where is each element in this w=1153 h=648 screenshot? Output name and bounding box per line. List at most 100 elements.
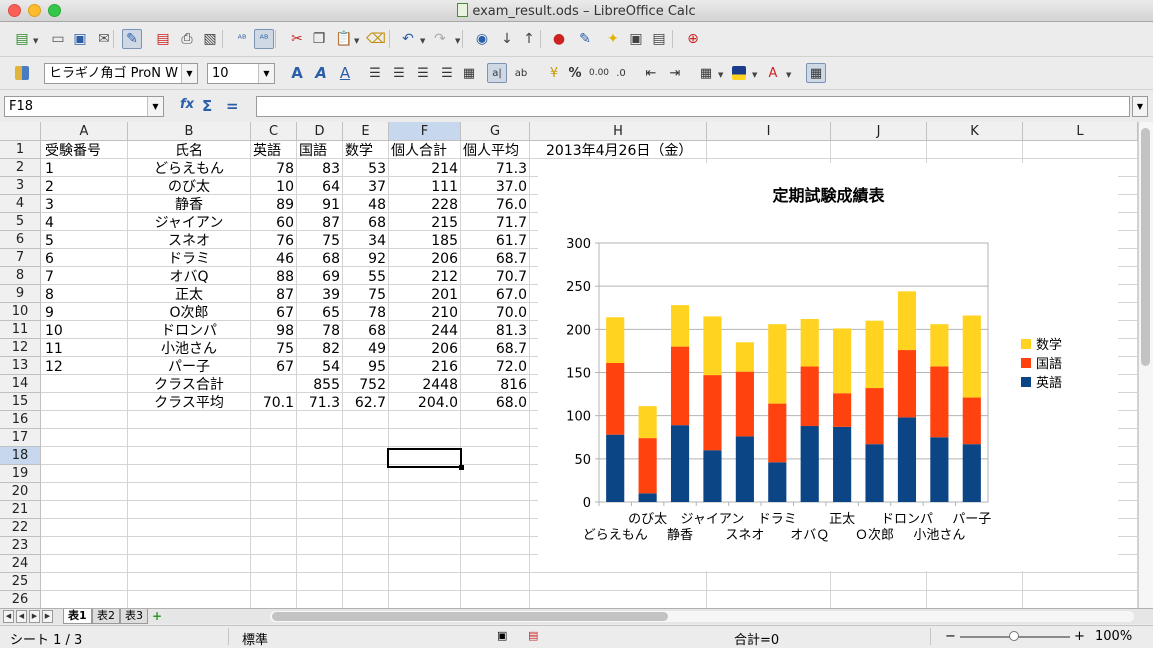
cell-e10[interactable]: 78 [343,304,388,322]
gallery-icon[interactable]: ✦ [603,29,623,49]
borders-icon[interactable]: ▦ [696,63,716,83]
column-header-j[interactable]: J [831,122,927,141]
redo-icon[interactable]: ↷ [430,29,450,49]
last-sheet-icon[interactable]: ▶ [42,610,53,623]
cell-d4[interactable]: 91 [297,196,342,214]
cell-c15[interactable]: 70.1 [251,394,296,412]
align-left-icon[interactable]: ☰ [365,63,385,83]
spellcheck-icon[interactable]: ᴬᴮ [232,29,252,49]
cell-f5[interactable]: 215 [389,214,460,232]
cell-e9[interactable]: 75 [343,286,388,304]
expand-formula-bar-icon[interactable]: ▼ [1132,96,1148,117]
cell-d1[interactable]: 国語 [297,142,329,160]
cell-f13[interactable]: 216 [389,358,460,376]
cell-a8[interactable]: 7 [43,268,127,286]
cell-e8[interactable]: 55 [343,268,388,286]
function-wizard-icon[interactable]: fx [180,97,194,112]
column-header-c[interactable]: C [251,122,297,141]
chevron-down-icon[interactable]: ▼ [420,37,425,45]
autospellcheck-icon[interactable]: ᴬᴮ [254,29,274,49]
cell-c2[interactable]: 78 [251,160,296,178]
cell-d8[interactable]: 69 [297,268,342,286]
cell-c5[interactable]: 60 [251,214,296,232]
cell-c6[interactable]: 76 [251,232,296,250]
name-box[interactable]: F18 ▼ [4,96,164,117]
cell-a9[interactable]: 8 [43,286,127,304]
row-header-16[interactable]: 16 [0,411,41,429]
cell-f6[interactable]: 185 [389,232,460,250]
cell-g8[interactable]: 70.7 [461,268,529,286]
column-header-a[interactable]: A [41,122,128,141]
column-header-e[interactable]: E [343,122,389,141]
paste-icon[interactable]: 📋 [334,29,354,49]
cell-g11[interactable]: 81.3 [461,322,529,340]
first-sheet-icon[interactable]: ◀ [3,610,14,623]
row-header-6[interactable]: 6 [0,231,41,249]
cell-e2[interactable]: 53 [343,160,388,178]
row-header-18[interactable]: 18 [0,447,41,465]
styles-icon[interactable] [12,63,32,83]
cell-g2[interactable]: 71.3 [461,160,529,178]
cell-cursor-f18[interactable] [387,448,462,468]
column-header-b[interactable]: B [128,122,251,141]
cell-g15[interactable]: 68.0 [461,394,529,412]
page-style[interactable]: 標準 [242,629,268,648]
insert-chart-icon[interactable]: ● [549,29,569,49]
add-sheet-button[interactable]: + [148,609,166,624]
row-header-1[interactable]: 1 [0,141,41,159]
cell-d6[interactable]: 75 [297,232,342,250]
decimal-icon[interactable]: .0 [611,63,631,83]
cell-b12[interactable]: 小池さん [128,340,250,358]
cell-b7[interactable]: ドラミ [128,250,250,268]
column-header-l[interactable]: L [1023,122,1138,141]
italic-icon[interactable]: A [311,63,331,83]
row-header-7[interactable]: 7 [0,249,41,267]
row-header-24[interactable]: 24 [0,555,41,573]
cell-d10[interactable]: 65 [297,304,342,322]
cell-d13[interactable]: 54 [297,358,342,376]
sheet-tab-2[interactable]: 表2 [92,609,120,624]
cell-f11[interactable]: 244 [389,322,460,340]
cell-g6[interactable]: 61.7 [461,232,529,250]
cell-g13[interactable]: 72.0 [461,358,529,376]
cell-b1[interactable]: 氏名 [128,142,250,160]
justify-icon[interactable]: ☰ [437,63,457,83]
formula-input[interactable] [256,96,1130,117]
cell-a10[interactable]: 9 [43,304,127,322]
background-color-icon[interactable] [729,63,749,83]
sheet-tab-3[interactable]: 表3 [120,609,148,624]
cell-g4[interactable]: 76.0 [461,196,529,214]
cell-b11[interactable]: ドロンパ [128,322,250,340]
chevron-down-icon[interactable]: ▼ [455,37,460,45]
cell-e5[interactable]: 68 [343,214,388,232]
row-header-8[interactable]: 8 [0,267,41,285]
cell-f10[interactable]: 210 [389,304,460,322]
percent-format-icon[interactable]: % [565,63,585,83]
cell-b6[interactable]: スネオ [128,232,250,250]
row-header-20[interactable]: 20 [0,483,41,501]
cell-e11[interactable]: 68 [343,322,388,340]
sort-ascending-icon[interactable]: ↓ [497,29,517,49]
align-top-icon[interactable]: ab [511,63,531,83]
align-center-icon[interactable]: ☰ [389,63,409,83]
cell-b15[interactable]: クラス平均 [128,394,250,412]
zoom-in-button[interactable]: + [1074,629,1085,644]
row-header-14[interactable]: 14 [0,375,41,393]
autofill-handle[interactable] [459,465,464,470]
cell-d7[interactable]: 68 [297,250,342,268]
wrap-text-icon[interactable]: a| [487,63,507,83]
row-header-22[interactable]: 22 [0,519,41,537]
cell-a13[interactable]: 12 [43,358,127,376]
cell-c13[interactable]: 67 [251,358,296,376]
cell-d3[interactable]: 64 [297,178,342,196]
cell-a12[interactable]: 11 [43,340,127,358]
cell-a15[interactable] [43,394,127,412]
cell-c1[interactable]: 英語 [251,142,283,160]
chevron-down-icon[interactable]: ▼ [33,37,38,45]
datasource-icon[interactable]: ▤ [649,29,669,49]
cell-c8[interactable]: 88 [251,268,296,286]
prev-sheet-icon[interactable]: ◀ [16,610,27,623]
selection-sum[interactable]: 合計=0 [734,629,779,648]
chevron-down-icon[interactable]: ▼ [718,71,723,79]
cell-b5[interactable]: ジャイアン [128,214,250,232]
